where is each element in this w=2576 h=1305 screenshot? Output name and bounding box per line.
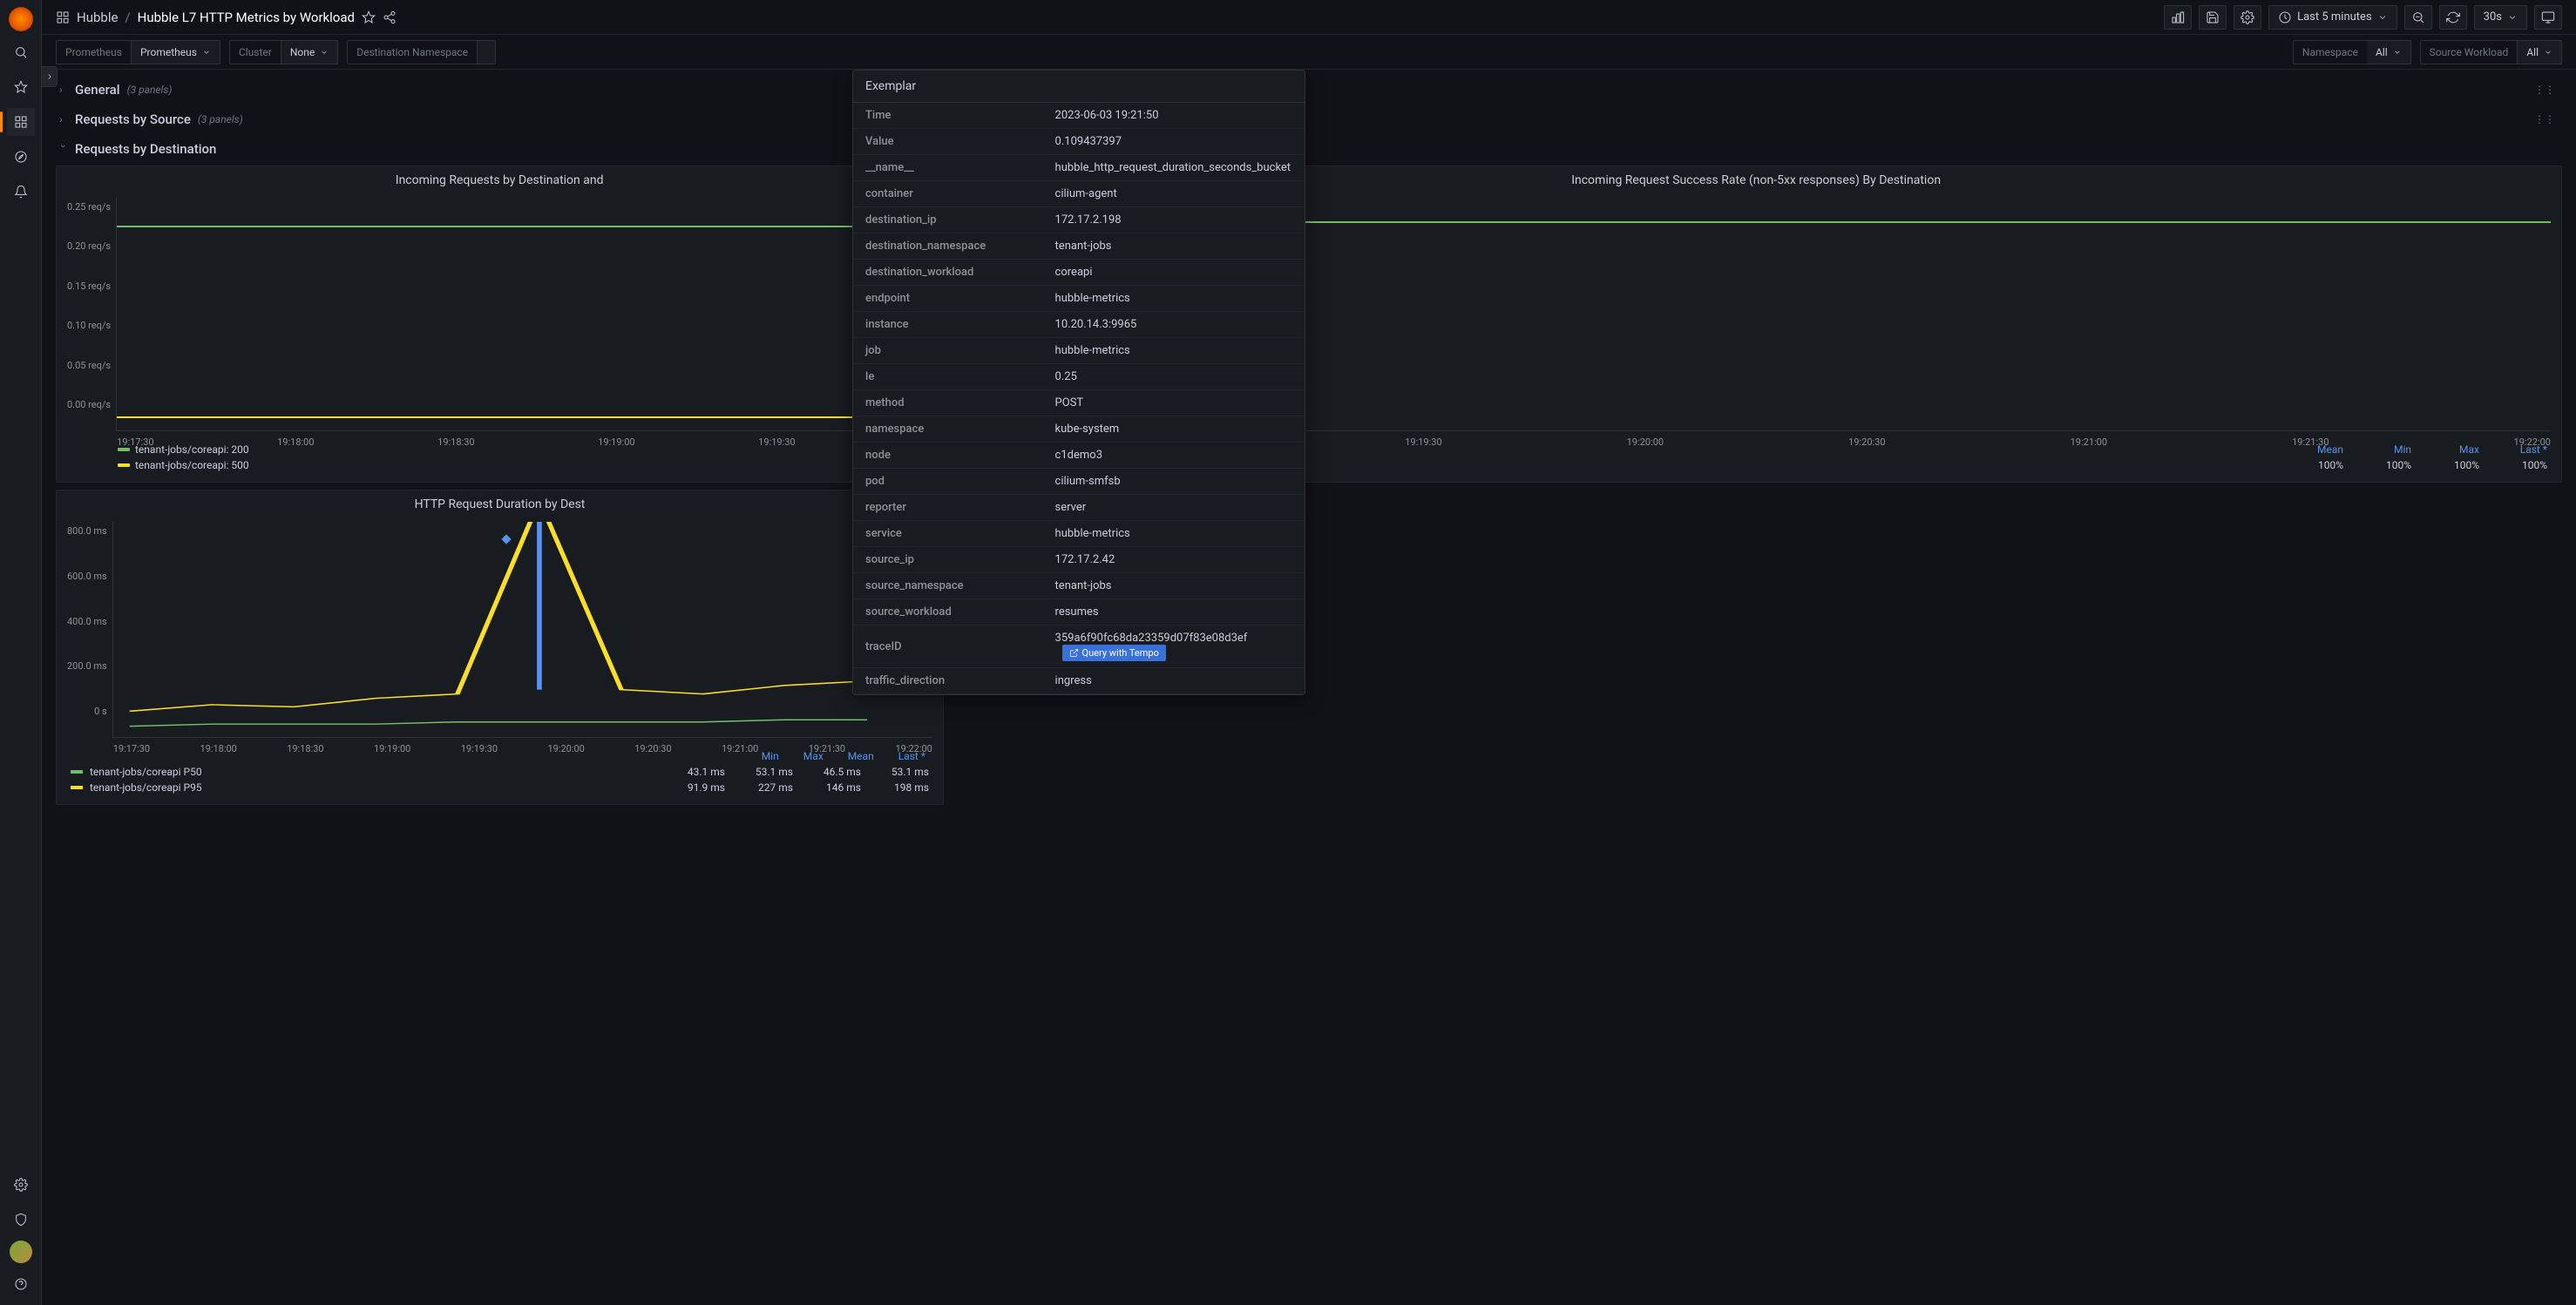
y-axis: 0.25 req/s0.20 req/s0.15 req/s0.10 req/s… [67,198,116,431]
chevron-right-icon: › [59,113,68,125]
time-range-picker[interactable]: Last 5 minutes [2268,5,2397,30]
chevron-right-icon: › [59,84,68,96]
view-mode-button[interactable] [2534,5,2562,30]
add-panel-button[interactable] [2164,5,2192,30]
exemplar-tooltip: Exemplar Time2023-06-03 19:21:50Value0.1… [852,70,1305,695]
dashboards-icon[interactable] [7,108,35,136]
tooltip-title: Exemplar [853,71,1305,103]
panel-http-duration[interactable]: HTTP Request Duration by Dest 800.0 ms60… [56,490,944,805]
y-axis: 800.0 ms600.0 ms400.0 ms200.0 ms0 s [67,522,112,738]
sidebar-expand-button[interactable] [42,66,58,87]
refresh-interval-picker[interactable]: 30s [2474,5,2527,30]
search-icon[interactable] [7,38,35,66]
help-icon[interactable] [7,1270,35,1298]
chevron-down-icon: › [58,145,70,153]
topbar: Hubble / Hubble L7 HTTP Metrics by Workl… [42,0,2576,35]
var-src-namespace-partial[interactable]: NamespaceAll [2293,40,2411,64]
breadcrumb-root[interactable]: Hubble [77,10,118,25]
configuration-icon[interactable] [7,1171,35,1199]
tooltip-fields-table: Time2023-06-03 19:21:50Value0.109437397_… [853,103,1305,694]
var-cluster[interactable]: ClusterNone [229,40,338,64]
var-datasource[interactable]: PrometheusPrometheus [56,40,220,64]
admin-shield-icon[interactable] [7,1206,35,1234]
explore-icon[interactable] [7,143,35,171]
save-button[interactable] [2199,5,2227,30]
row-requests-destination[interactable]: › Requests by Destination [56,136,2562,162]
x-axis: 19:17:3019:18:0019:18:3019:19:0019:19:30… [117,436,932,448]
chevron-down-icon [2377,10,2388,24]
x-axis: 19:17:3019:18:0019:18:3019:19:0019:19:30… [113,743,932,754]
drag-handle-icon[interactable]: ⋮⋮ [2531,113,2559,125]
row-general[interactable]: › General (3 panels) ⋮⋮ [56,77,2562,103]
dashboard-icon [56,10,70,24]
row-requests-source[interactable]: › Requests by Source (3 panels) ⋮⋮ [56,106,2562,132]
breadcrumb: Hubble / Hubble L7 HTTP Metrics by Workl… [77,10,355,25]
zoom-out-button[interactable] [2404,5,2432,30]
alerting-icon[interactable] [7,178,35,206]
chart-plot-area[interactable]: 19:17:3019:18:0019:18:3019:19:0019:19:30… [112,522,932,738]
var-dest-namespace[interactable]: Destination Namespace [347,40,496,64]
var-src-workload[interactable]: Source WorkloadAll [2420,40,2562,64]
settings-button[interactable] [2234,5,2261,30]
panel-incoming-requests[interactable]: Incoming Requests by Destination and 0.2… [56,166,943,483]
user-avatar[interactable] [10,1241,32,1263]
star-outline-icon[interactable] [362,10,376,24]
variables-bar: PrometheusPrometheus ClusterNone Destina… [42,35,2576,70]
breadcrumb-current[interactable]: Hubble L7 HTTP Metrics by Workload [138,10,355,25]
drag-handle-icon[interactable]: ⋮⋮ [2531,84,2559,96]
query-tempo-button[interactable]: Query with Tempo [1062,645,1166,661]
star-icon[interactable] [7,73,35,101]
refresh-button[interactable] [2439,5,2467,30]
grafana-logo[interactable] [9,7,33,31]
chart-plot-area[interactable]: 19:17:3019:18:0019:18:3019:19:0019:19:30… [116,198,932,431]
nav-sidebar [0,0,42,1305]
chevron-down-icon [2507,10,2518,24]
share-icon[interactable] [383,10,397,24]
